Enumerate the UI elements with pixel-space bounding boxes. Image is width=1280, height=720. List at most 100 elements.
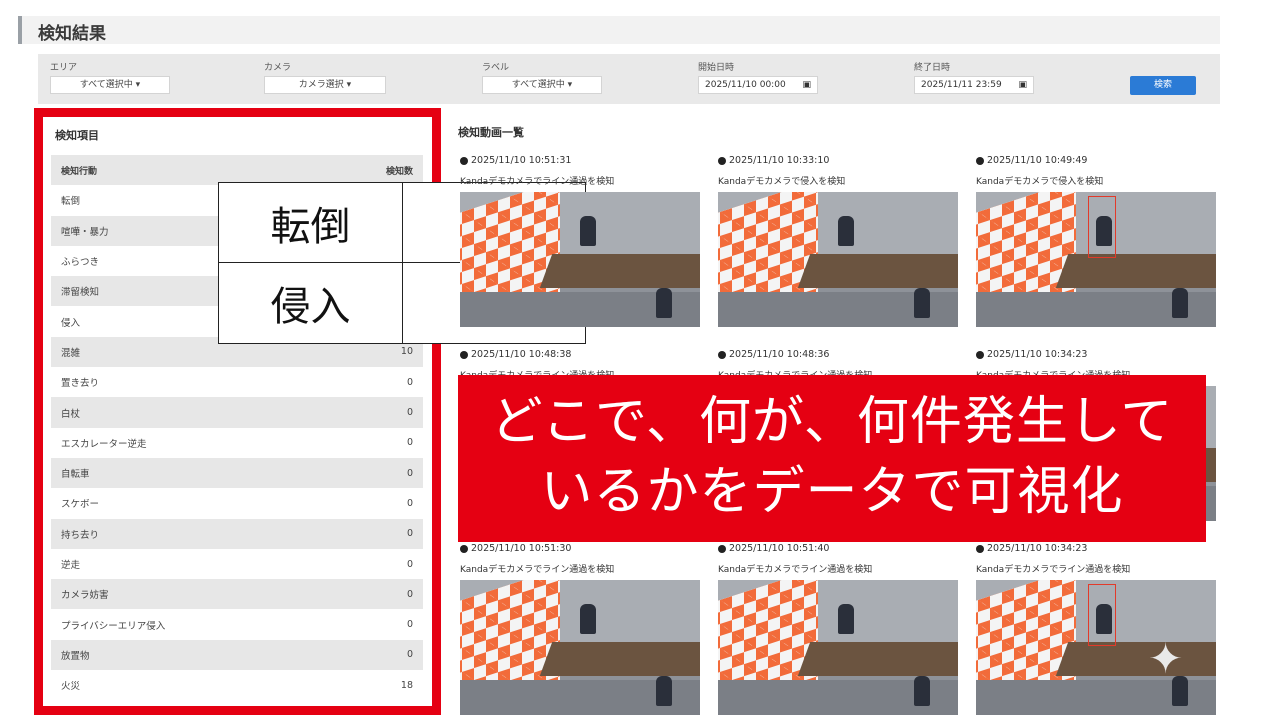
row-item-name: カメラ妨害	[61, 590, 109, 602]
table-row[interactable]: 持ち去り 0	[51, 518, 423, 549]
video-card[interactable]: 2025/11/10 10:51:30 Kandaデモカメラでライン通過を検知	[460, 543, 700, 715]
video-thumbnail[interactable]	[718, 192, 958, 327]
thumb-table	[797, 254, 958, 288]
video-card[interactable]: 2025/11/10 10:49:49 Kandaデモカメラで侵入を検知	[976, 155, 1216, 327]
table-header-row: 検知行動 検知数	[51, 155, 423, 186]
video-timestamp: 2025/11/10 10:51:31	[460, 155, 700, 166]
end-date-value: 2025/11/11 23:59	[921, 80, 1002, 90]
row-item-count: 0	[406, 528, 413, 540]
video-timestamp-text: 2025/11/10 10:51:40	[729, 543, 830, 554]
thumb-table	[539, 642, 700, 676]
video-description: Kandaデモカメラでライン通過を検知	[460, 565, 615, 575]
row-item-name: スケボー	[61, 499, 100, 511]
clock-icon	[976, 156, 984, 165]
row-item-name: 喧嘩・暴力	[61, 226, 109, 238]
detection-box	[1088, 196, 1116, 258]
header-count: 検知数	[385, 166, 413, 177]
thumb-table	[797, 642, 958, 676]
video-description: Kandaデモカメラで侵入を検知	[976, 177, 1104, 187]
video-description: Kandaデモカメラで侵入を検知	[718, 177, 846, 187]
camera-filter-label: カメラ	[264, 63, 292, 73]
video-timestamp: 2025/11/10 10:34:23	[976, 543, 1216, 554]
table-row[interactable]: 置き去り 0	[51, 367, 423, 397]
table-row[interactable]: カメラ妨害 0	[51, 579, 423, 610]
thumb-person	[1172, 288, 1188, 318]
table-row[interactable]: 放置物 0	[51, 639, 423, 671]
table-row[interactable]: スケボー 0	[51, 488, 423, 518]
camera-filter: カメラ カメラ選択 ▾	[264, 60, 386, 94]
video-card[interactable]: 2025/11/10 10:51:31 Kandaデモカメラでライン通過を検知	[460, 155, 700, 327]
video-timestamp: 2025/11/10 10:48:38	[460, 349, 700, 360]
clock-icon	[460, 350, 468, 359]
row-item-count: 0	[406, 437, 413, 449]
video-timestamp: 2025/11/10 10:49:49	[976, 155, 1216, 166]
banner-line-1: どこで、何が、何件発生して	[490, 392, 1174, 452]
header-item: 検知行動	[61, 166, 98, 177]
thumb-table	[1055, 642, 1216, 676]
row-item-count: 0	[406, 467, 413, 479]
label-filter: ラベル すべて選択中 ▾	[482, 60, 602, 94]
summary-label-fall: 転倒	[219, 183, 403, 263]
label-filter-label: ラベル	[482, 63, 510, 73]
end-date-filter: 終了日時 2025/11/11 23:59 ▣	[914, 60, 1034, 94]
camera-select[interactable]: カメラ選択 ▾	[264, 76, 386, 94]
start-date-value: 2025/11/10 00:00	[705, 80, 786, 90]
area-filter: エリア すべて選択中 ▾	[50, 60, 170, 94]
area-select[interactable]: すべて選択中 ▾	[50, 76, 170, 94]
clock-icon	[976, 544, 984, 553]
video-description: Kandaデモカメラでライン通過を検知	[976, 565, 1131, 575]
row-item-name: 自転車	[61, 469, 90, 481]
video-timestamp: 2025/11/10 10:51:40	[718, 543, 958, 554]
video-timestamp: 2025/11/10 10:51:30	[460, 543, 700, 554]
video-card[interactable]: 2025/11/10 10:33:10 Kandaデモカメラで侵入を検知	[718, 155, 958, 327]
table-row[interactable]: プライバシーエリア侵入 0	[51, 609, 423, 639]
clock-icon	[718, 350, 726, 359]
clock-icon	[718, 156, 726, 165]
clock-icon	[460, 544, 468, 553]
row-item-name: 混雑	[61, 347, 81, 359]
row-item-count: 0	[406, 558, 413, 570]
row-item-count: 0	[406, 407, 413, 419]
video-card[interactable]: 2025/11/10 10:51:40 Kandaデモカメラでライン通過を検知	[718, 543, 958, 715]
video-thumbnail[interactable]	[718, 580, 958, 715]
calendar-icon[interactable]: ▣	[1018, 80, 1027, 90]
video-timestamp: 2025/11/10 10:34:23	[976, 349, 1216, 360]
area-filter-label: エリア	[50, 63, 78, 73]
video-thumbnail[interactable]	[460, 580, 700, 715]
video-description: Kandaデモカメラでライン通過を検知	[460, 177, 615, 187]
row-item-name: 逆走	[61, 560, 81, 571]
clock-icon	[718, 544, 726, 553]
video-card[interactable]: 2025/11/10 10:34:23 Kandaデモカメラでライン通過を検知	[976, 543, 1216, 715]
row-item-name: 侵入	[61, 317, 81, 329]
search-button[interactable]: 検索	[1130, 76, 1196, 95]
row-item-name: 白杖	[61, 408, 81, 420]
table-row[interactable]: 火災 18	[51, 670, 423, 700]
table-row[interactable]: 白杖 0	[51, 397, 423, 428]
end-date-input[interactable]: 2025/11/11 23:59 ▣	[914, 76, 1034, 94]
row-item-name: 放置物	[61, 650, 90, 662]
row-item-count: 0	[406, 619, 413, 631]
video-thumbnail[interactable]	[976, 192, 1216, 327]
clock-icon	[976, 350, 984, 359]
clock-icon	[460, 156, 468, 165]
end-date-label: 終了日時	[914, 63, 951, 73]
table-row[interactable]: 逆走 0	[51, 549, 423, 579]
video-thumbnail[interactable]	[460, 192, 700, 327]
banner-line-2: いるかをデータで可視化	[540, 462, 1124, 522]
row-item-name: 火災	[61, 681, 81, 693]
calendar-icon[interactable]: ▣	[802, 80, 811, 90]
video-timestamp-text: 2025/11/10 10:34:23	[987, 543, 1088, 554]
detection-box	[1088, 584, 1116, 646]
label-select[interactable]: すべて選択中 ▾	[482, 76, 602, 94]
table-row[interactable]: 自転車 0	[51, 457, 423, 489]
video-timestamp-text: 2025/11/10 10:34:23	[987, 349, 1088, 360]
row-item-count: 0	[406, 497, 413, 509]
page-header: 検知結果	[18, 16, 1220, 44]
table-row[interactable]: エスカレーター逆走 0	[51, 428, 423, 458]
video-timestamp-text: 2025/11/10 10:48:38	[471, 349, 572, 360]
video-timestamp: 2025/11/10 10:33:10	[718, 155, 958, 166]
thumb-table	[539, 254, 700, 288]
thumb-person	[656, 676, 672, 706]
video-timestamp: 2025/11/10 10:48:36	[718, 349, 958, 360]
start-date-input[interactable]: 2025/11/10 00:00 ▣	[698, 76, 818, 94]
